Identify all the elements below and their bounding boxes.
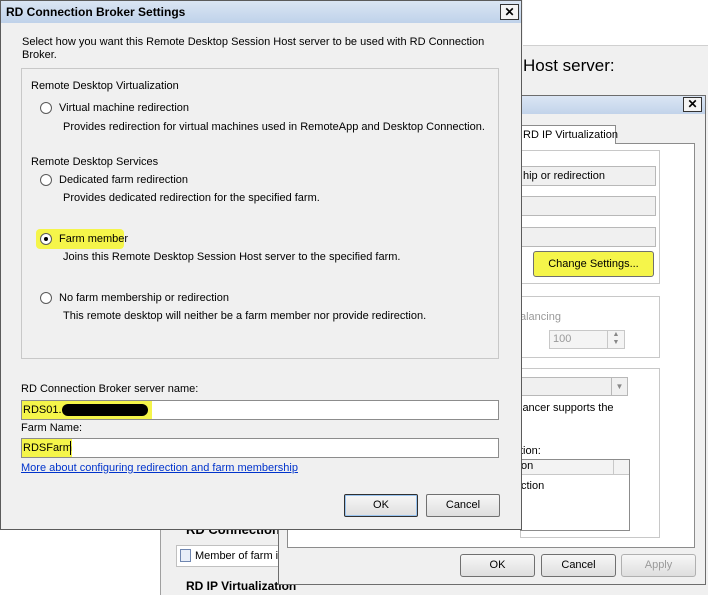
relative-weight-value: 100: [553, 333, 572, 345]
radio-dedicated-farm[interactable]: [40, 174, 52, 186]
list-caption: tion:: [520, 445, 541, 457]
background-heading: Host server:: [523, 56, 615, 75]
option-vm-redirection-label[interactable]: Virtual machine redirection: [59, 102, 189, 114]
option-dedicated-farm-label[interactable]: Dedicated farm redirection: [59, 174, 188, 186]
help-link[interactable]: More about configuring redirection and f…: [21, 462, 298, 474]
dialog-intro-text: Select how you want this Remote Desktop …: [22, 36, 485, 61]
list-item[interactable]: ction: [521, 480, 544, 492]
dialog-close-button[interactable]: ✕: [500, 4, 519, 20]
option-dedicated-farm-description: Provides dedicated redirection for the s…: [63, 192, 320, 204]
farm-name-value: RDSFarm: [23, 442, 72, 454]
cancel-button[interactable]: Cancel: [426, 494, 500, 517]
section-rd-services: Remote Desktop Services: [31, 156, 159, 168]
ok-button[interactable]: OK: [344, 494, 418, 517]
redaction-mark: [62, 404, 148, 416]
text-cursor: [70, 441, 71, 455]
properties-ok-button[interactable]: OK: [460, 554, 535, 577]
background-member-label: Member of farm in: [195, 550, 285, 562]
option-vm-redirection-description: Provides redirection for virtual machine…: [63, 121, 485, 133]
broker-server-field: [520, 196, 656, 216]
document-icon: [180, 549, 191, 562]
option-no-farm-label[interactable]: No farm membership or redirection: [59, 292, 229, 304]
farm-name-label: Farm Name:: [21, 422, 83, 434]
load-balancer-supports-label: lancer supports the: [520, 402, 614, 414]
properties-close-button[interactable]: ✕: [683, 97, 702, 112]
option-no-farm-description: This remote desktop will neither be a fa…: [63, 310, 427, 322]
option-farm-member-description: Joins this Remote Desktop Session Host s…: [63, 251, 401, 263]
properties-cancel-button[interactable]: Cancel: [541, 554, 616, 577]
radio-selected-dot: [44, 237, 48, 241]
radio-no-farm[interactable]: [40, 292, 52, 304]
farm-name-input[interactable]: [21, 438, 499, 458]
tab-rd-ip-virtualization[interactable]: RD IP Virtualization: [520, 125, 618, 144]
server-name-value: RDS01.: [23, 404, 62, 416]
properties-apply-button[interactable]: Apply: [621, 554, 696, 577]
server-name-label: RD Connection Broker server name:: [21, 383, 199, 395]
radio-vm-redirection[interactable]: [40, 102, 52, 114]
dialog-title: RD Connection Broker Settings: [6, 5, 186, 19]
background-header: [523, 0, 708, 46]
section-rd-virtualization: Remote Desktop Virtualization: [31, 80, 179, 92]
option-farm-member-label[interactable]: Farm member: [59, 233, 128, 245]
spin-arrows-icon[interactable]: ▲ ▼: [607, 331, 624, 348]
farm-name-field: [520, 227, 656, 247]
radio-farm-member[interactable]: [40, 233, 52, 245]
change-settings-button[interactable]: Change Settings...: [533, 251, 654, 277]
list-column-divider: [613, 460, 614, 475]
load-balancing-label: alancing: [520, 311, 561, 323]
chevron-down-icon[interactable]: ▼: [611, 378, 627, 395]
farm-membership-field: hip or redirection: [520, 166, 656, 186]
